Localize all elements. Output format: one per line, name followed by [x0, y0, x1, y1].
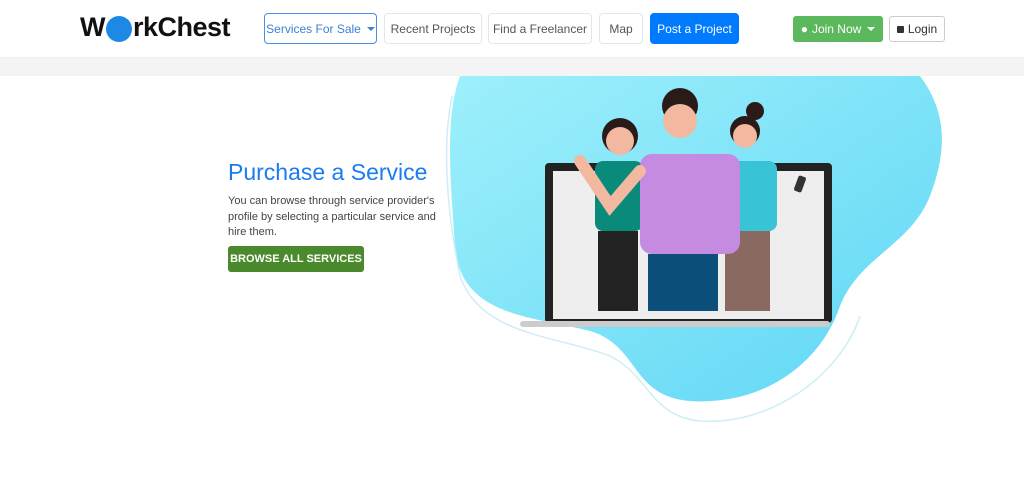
caret-down-icon — [366, 26, 375, 31]
user-icon: ● — [800, 22, 808, 36]
nav-recent-projects[interactable]: Recent Projects — [384, 13, 482, 44]
lock-icon — [896, 25, 904, 33]
nav-map[interactable]: Map — [599, 13, 643, 44]
caret-down-icon — [867, 27, 876, 31]
team-icon — [105, 15, 132, 42]
browse-all-services-button[interactable]: BROWSE ALL SERVICES — [228, 246, 364, 272]
divider-band — [0, 58, 1024, 76]
nav-services-for-sale[interactable]: Services For Sale — [264, 13, 377, 44]
workchest-logo[interactable]: WrkChest — [80, 12, 231, 43]
hero-title: Purchase a Service — [228, 159, 428, 185]
post-project-button[interactable]: Post a Project — [650, 13, 739, 44]
hero-description: You can browse through service provider'… — [228, 195, 436, 238]
nav-find-freelancer[interactable]: Find a Freelancer — [488, 13, 592, 44]
hero-illustration — [445, 76, 942, 423]
login-button[interactable]: Login — [889, 16, 945, 42]
site-header: WrkChest Services For Sale Recent Projec… — [0, 0, 1024, 58]
join-now-button[interactable]: ● Join Now — [793, 16, 883, 42]
